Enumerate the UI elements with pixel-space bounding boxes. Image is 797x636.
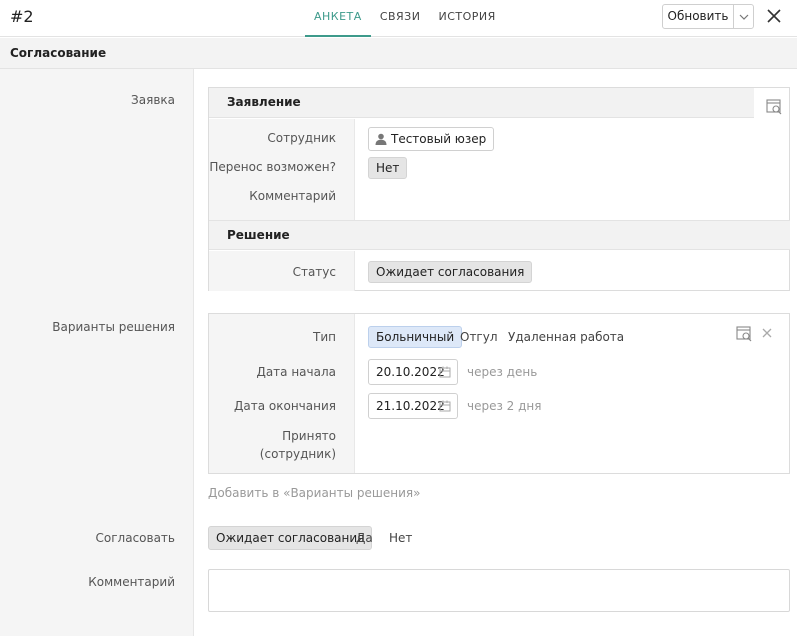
close-icon[interactable] xyxy=(765,7,783,25)
statement-title: Заявление xyxy=(227,95,301,109)
tab-links[interactable]: СВЯЗИ xyxy=(371,0,430,37)
end-date-input[interactable]: 21.10.2022 xyxy=(368,393,458,419)
refresh-dropdown-button[interactable] xyxy=(733,4,754,29)
section-header: Согласование xyxy=(0,38,797,69)
accepted-label-line1: Принято xyxy=(282,429,336,443)
user-icon xyxy=(375,133,387,145)
request-label: Заявка xyxy=(131,93,175,107)
end-date-label: Дата окончания xyxy=(234,399,336,413)
tab-form[interactable]: АНКЕТА xyxy=(305,0,371,37)
remove-icon[interactable] xyxy=(760,326,774,340)
start-date-hint: через день xyxy=(467,365,538,379)
record-id: #2 xyxy=(10,7,34,26)
approve-option-no[interactable]: Нет xyxy=(389,531,412,545)
approve-option-yes[interactable]: Да xyxy=(356,531,373,545)
decision-labels: Статус xyxy=(209,251,355,291)
employee-chip[interactable]: Тестовый юзер xyxy=(368,127,495,151)
type-option-remote-work[interactable]: Удаленная работа xyxy=(508,330,624,344)
open-record-icon[interactable] xyxy=(765,98,783,116)
section-title: Согласование xyxy=(10,46,107,60)
comment-textarea[interactable] xyxy=(208,569,790,612)
end-date-value: 21.10.2022 xyxy=(376,399,445,413)
start-date-label: Дата начала xyxy=(256,365,336,379)
type-label: Тип xyxy=(313,330,336,344)
tab-history[interactable]: ИСТОРИЯ xyxy=(429,0,504,37)
open-record-icon[interactable] xyxy=(735,325,753,343)
add-variant-link[interactable]: Добавить в «Варианты решения» xyxy=(208,486,421,500)
calendar-icon xyxy=(439,366,451,378)
statement-labels: Сотрудник Перенос возможен? Комментарий xyxy=(209,119,355,220)
decision-header: Решение xyxy=(209,220,790,250)
accepted-label-line2: (сотрудник) xyxy=(259,447,336,461)
request-card: Заявление Сотрудник Перенос возможен? Ко… xyxy=(208,87,790,291)
statement-comment-label: Комментарий xyxy=(249,189,336,203)
type-option-day-off[interactable]: Отгул xyxy=(460,330,498,344)
transfer-label: Перенос возможен? xyxy=(209,160,336,174)
calendar-icon xyxy=(439,400,451,412)
transfer-value: Нет xyxy=(368,157,408,179)
statement-header: Заявление xyxy=(209,88,754,118)
top-bar: #2 АНКЕТА СВЯЗИ ИСТОРИЯ Обновить xyxy=(0,0,797,37)
status-label: Статус xyxy=(292,265,336,279)
start-date-input[interactable]: 20.10.2022 xyxy=(368,359,458,385)
start-date-value: 20.10.2022 xyxy=(376,365,445,379)
comment-label: Комментарий xyxy=(88,575,175,589)
employee-label: Сотрудник xyxy=(267,131,336,145)
variants-label: Варианты решения xyxy=(52,320,175,334)
type-option-sick-leave[interactable]: Больничный xyxy=(368,326,463,348)
approve-option-pending[interactable]: Ожидает согласования xyxy=(208,526,373,550)
variants-labels: Тип Дата начала Дата окончания Принято (… xyxy=(209,314,355,473)
tab-bar: АНКЕТА СВЯЗИ ИСТОРИЯ xyxy=(305,0,505,37)
decision-title: Решение xyxy=(227,228,290,242)
employee-value: Тестовый юзер xyxy=(391,132,487,146)
label-column: Заявка Варианты решения Согласовать Комм… xyxy=(0,69,194,636)
approve-label: Согласовать xyxy=(95,531,175,545)
chevron-down-icon xyxy=(739,14,749,20)
status-value: Ожидает согласования xyxy=(368,261,533,283)
variants-card: Тип Дата начала Дата окончания Принято (… xyxy=(208,313,790,474)
end-date-hint: через 2 дня xyxy=(467,399,542,413)
refresh-button[interactable]: Обновить xyxy=(662,4,734,29)
